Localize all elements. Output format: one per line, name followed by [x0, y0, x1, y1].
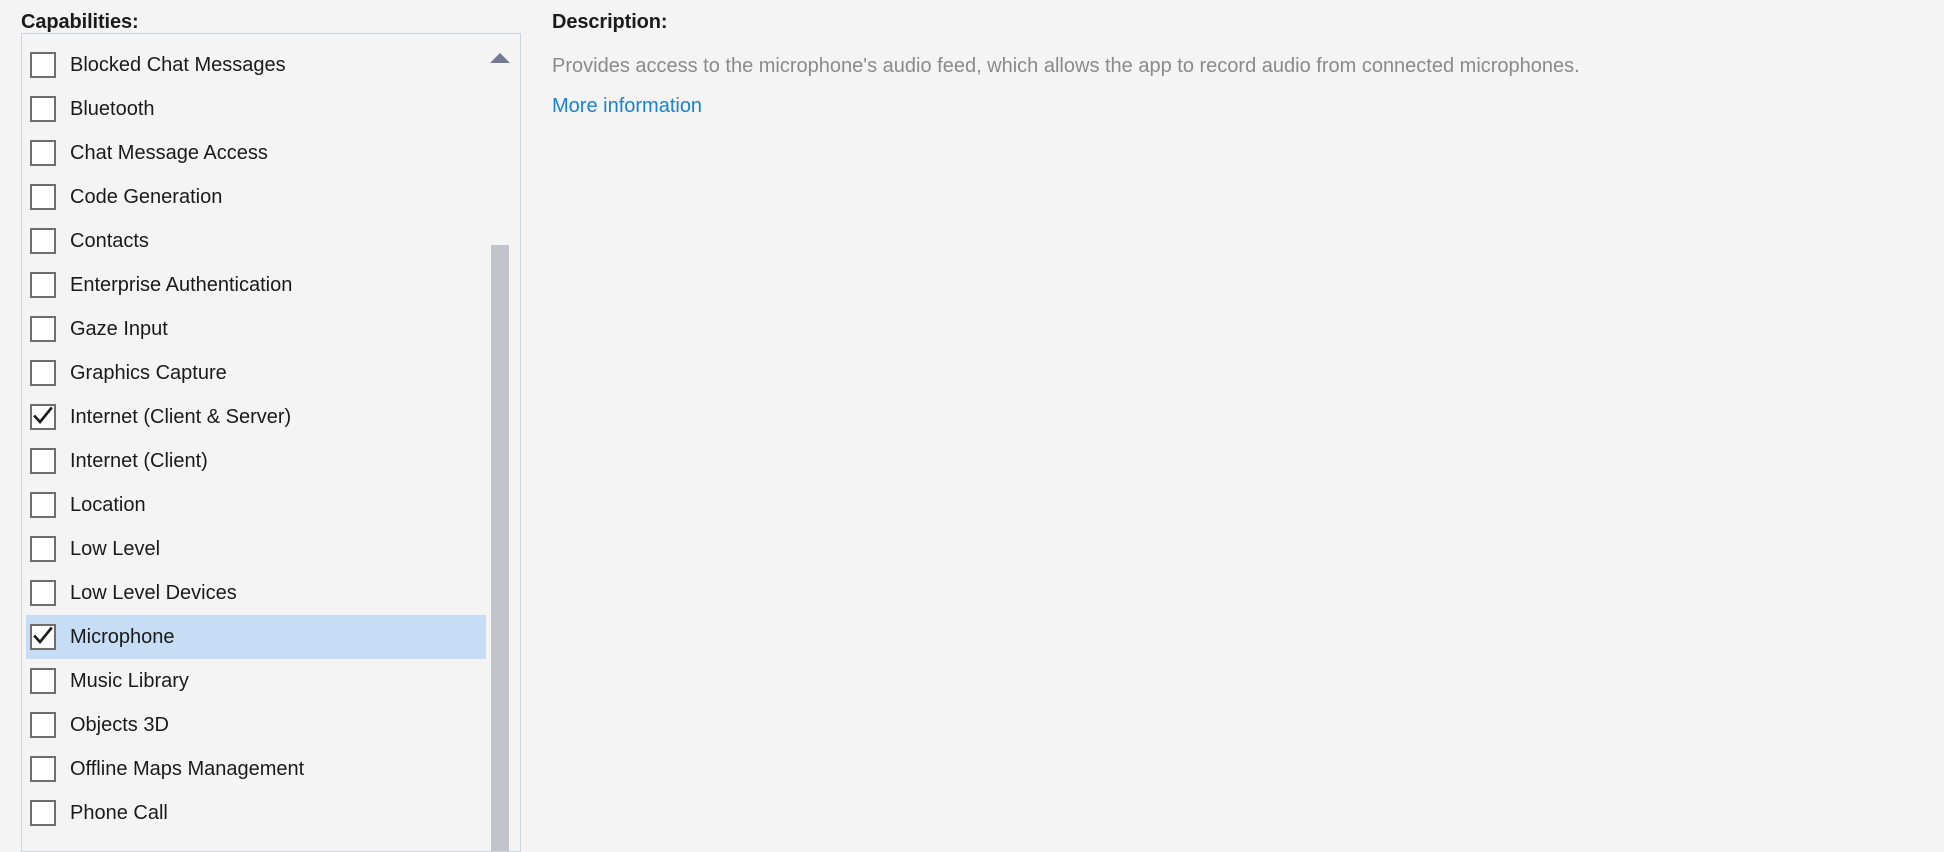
capability-row[interactable]: Offline Maps Management — [26, 747, 486, 791]
checkbox-unchecked[interactable] — [30, 580, 56, 606]
checkbox-unchecked[interactable] — [30, 360, 56, 386]
capabilities-settings-page: Capabilities: Blocked Chat Messages Bluet… — [0, 0, 1944, 852]
capabilities-listbox[interactable]: Blocked Chat Messages Bluetooth Chat Messa… — [21, 33, 521, 852]
capability-row[interactable]: Enterprise Authentication — [26, 263, 486, 307]
capability-label: Phone Call — [70, 802, 168, 824]
capability-label: Bluetooth — [70, 98, 155, 120]
checkmark-icon — [32, 403, 54, 429]
capability-label: Low Level — [70, 538, 161, 560]
capability-row[interactable]: Gaze Input — [26, 307, 486, 351]
checkbox-unchecked[interactable] — [30, 184, 56, 210]
description-text: Provides access to the microphone's audi… — [552, 55, 1580, 77]
capability-row[interactable]: Objects 3D — [26, 703, 486, 747]
capability-row[interactable]: Bluetooth — [26, 87, 486, 131]
capability-label: Offline Maps Management — [70, 758, 305, 780]
chevron-up-icon — [490, 53, 510, 63]
description-label: Description: — [552, 11, 668, 33]
checkbox-unchecked[interactable] — [30, 756, 56, 782]
capability-row[interactable]: Chat Message Access — [26, 131, 486, 175]
capability-label: Internet (Client & Server) — [70, 406, 292, 428]
checkbox-checked[interactable] — [30, 624, 56, 650]
capability-row[interactable]: Blocked Chat Messages — [26, 43, 486, 87]
scrollbar-track[interactable] — [490, 75, 509, 851]
checkbox-unchecked[interactable] — [30, 228, 56, 254]
checkbox-unchecked[interactable] — [30, 272, 56, 298]
capabilities-scrollbar[interactable] — [489, 35, 511, 851]
checkbox-unchecked[interactable] — [30, 800, 56, 826]
checkbox-unchecked[interactable] — [30, 448, 56, 474]
capabilities-list-viewport: Blocked Chat Messages Bluetooth Chat Messa… — [22, 34, 520, 851]
description-pane: Description: Provides access to the micr… — [552, 0, 1712, 118]
capabilities-label: Capabilities: — [21, 11, 139, 33]
capability-label: Internet (Client) — [70, 450, 208, 472]
capability-row[interactable]: Low Level Devices — [26, 571, 486, 615]
checkbox-checked[interactable] — [30, 404, 56, 430]
capability-row[interactable]: Internet (Client & Server) — [26, 395, 486, 439]
checkbox-unchecked[interactable] — [30, 712, 56, 738]
more-information-link[interactable]: More information — [552, 94, 702, 118]
capability-label: Contacts — [70, 230, 149, 252]
capability-row[interactable]: Location — [26, 483, 486, 527]
capability-row[interactable]: Contacts — [26, 219, 486, 263]
capability-label: Music Library — [70, 670, 189, 692]
capability-row[interactable]: Internet (Client) — [26, 439, 486, 483]
capability-row[interactable]: Graphics Capture — [26, 351, 486, 395]
checkbox-unchecked[interactable] — [30, 668, 56, 694]
capability-row[interactable]: Phone Call — [26, 791, 486, 835]
capability-label: Low Level Devices — [70, 582, 237, 604]
capability-label: Blocked Chat Messages — [70, 54, 286, 76]
checkmark-icon — [32, 623, 54, 649]
checkbox-unchecked[interactable] — [30, 492, 56, 518]
capability-row[interactable]: Music Library — [26, 659, 486, 703]
capability-label: Graphics Capture — [70, 362, 227, 384]
capability-label: Gaze Input — [70, 318, 168, 340]
checkbox-unchecked[interactable] — [30, 316, 56, 342]
capabilities-pane: Capabilities: Blocked Chat Messages Bluet… — [21, 0, 523, 852]
capability-label: Location — [70, 494, 146, 516]
checkbox-unchecked[interactable] — [30, 96, 56, 122]
capability-row[interactable]: Code Generation — [26, 175, 486, 219]
scrollbar-thumb[interactable] — [491, 245, 509, 851]
capability-row[interactable]: Microphone — [26, 615, 486, 659]
capability-label: Chat Message Access — [70, 142, 268, 164]
capability-label: Code Generation — [70, 186, 223, 208]
capabilities-list: Blocked Chat Messages Bluetooth Chat Messa… — [26, 43, 486, 835]
checkbox-unchecked[interactable] — [30, 52, 56, 78]
checkbox-unchecked[interactable] — [30, 140, 56, 166]
capability-row[interactable]: Low Level — [26, 527, 486, 571]
capability-label: Objects 3D — [70, 714, 169, 736]
capability-label: Enterprise Authentication — [70, 274, 293, 296]
scrollbar-up-button[interactable] — [489, 47, 511, 69]
capability-label: Microphone — [70, 626, 175, 648]
checkbox-unchecked[interactable] — [30, 536, 56, 562]
